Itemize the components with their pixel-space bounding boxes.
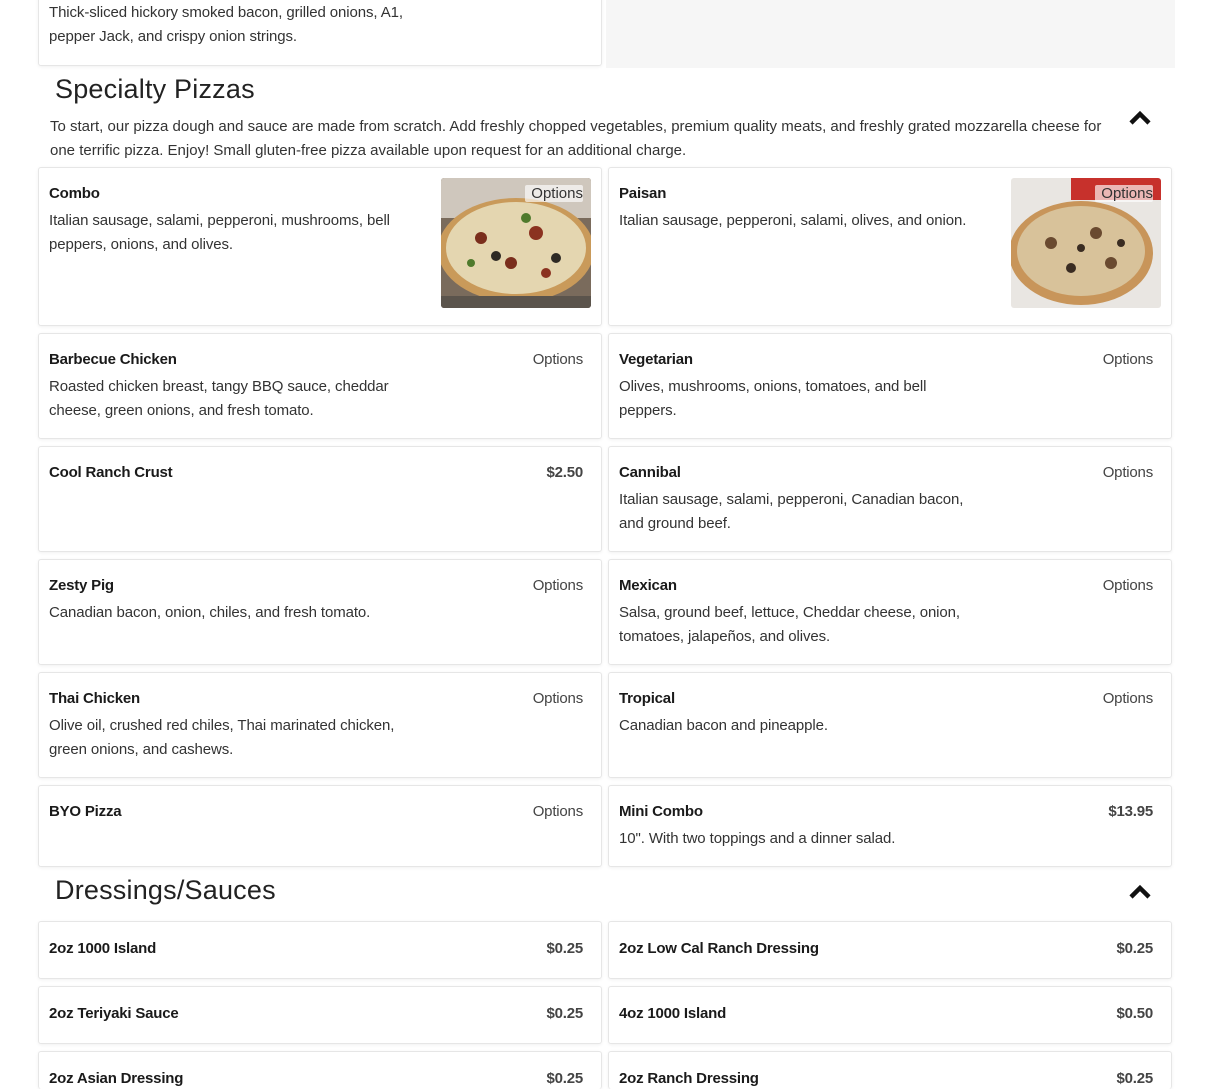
options-button[interactable]: Options [1103, 464, 1153, 481]
pizza-photo: Options [1011, 178, 1161, 308]
options-button[interactable]: Options [1103, 351, 1153, 368]
item-price: $0.25 [1116, 1070, 1153, 1087]
options-button[interactable]: Options [1103, 690, 1153, 707]
item-name: Zesty Pig [49, 577, 114, 594]
item-name: 2oz 1000 Island [49, 940, 157, 957]
item-name: 2oz Asian Dressing [49, 1070, 184, 1087]
item-name: Cool Ranch Crust [49, 464, 173, 481]
item-description: Italian sausage, salami, pepperoni, Cana… [619, 491, 964, 532]
options-button[interactable]: Options [525, 185, 583, 202]
menu-item-card[interactable]: Mexican Salsa, ground beef, lettuce, Che… [608, 559, 1172, 665]
item-description: Olives, mushrooms, onions, tomatoes, and… [619, 378, 927, 419]
item-description: Canadian bacon and pineapple. [619, 717, 828, 734]
item-description: Thick-sliced hickory smoked bacon, grill… [49, 4, 403, 45]
item-description: Salsa, ground beef, lettuce, Cheddar che… [619, 604, 960, 645]
section-title: Specialty Pizzas [55, 74, 255, 104]
chevron-up-icon[interactable] [1129, 110, 1151, 126]
empty-panel [606, 0, 1175, 68]
item-price: $0.25 [1116, 940, 1153, 957]
menu-item-card[interactable]: 2oz Ranch Dressing $0.25 [608, 1051, 1172, 1089]
item-name: 2oz Teriyaki Sauce [49, 1005, 179, 1022]
pizza-photo: Options [441, 178, 591, 308]
menu-item-card[interactable]: Thick-sliced hickory smoked bacon, grill… [38, 0, 602, 66]
item-description: Italian sausage, pepperoni, salami, oliv… [619, 212, 967, 229]
item-name: BYO Pizza [49, 803, 122, 820]
item-price: $0.25 [546, 940, 583, 957]
item-price: $0.25 [546, 1070, 583, 1087]
item-name: Mini Combo [619, 803, 703, 820]
item-name: Combo [49, 185, 100, 202]
section-title: Dressings/Sauces [55, 875, 276, 905]
item-price: $0.50 [1116, 1005, 1153, 1022]
options-button[interactable]: Options [533, 351, 583, 368]
item-name: Barbecue Chicken [49, 351, 177, 368]
menu-item-card[interactable]: Thai Chicken Olive oil, crushed red chil… [38, 672, 602, 778]
menu-item-card[interactable]: Mini Combo 10". With two toppings and a … [608, 785, 1172, 867]
menu-item-card[interactable]: Tropical Canadian bacon and pineapple. O… [608, 672, 1172, 778]
item-name: Mexican [619, 577, 677, 594]
options-button[interactable]: Options [533, 690, 583, 707]
menu-item-card[interactable]: Combo Italian sausage, salami, pepperoni… [38, 167, 602, 326]
item-price: $0.25 [546, 1005, 583, 1022]
options-button[interactable]: Options [1095, 185, 1153, 202]
item-description: Olive oil, crushed red chiles, Thai mari… [49, 717, 395, 758]
menu-item-card[interactable]: 2oz Teriyaki Sauce $0.25 [38, 986, 602, 1044]
chevron-up-icon[interactable] [1129, 884, 1151, 900]
menu-item-card[interactable]: Paisan Italian sausage, pepperoni, salam… [608, 167, 1172, 326]
item-price: $2.50 [546, 464, 583, 481]
options-button[interactable]: Options [1103, 577, 1153, 594]
item-name: Vegetarian [619, 351, 693, 368]
item-description: 10". With two toppings and a dinner sala… [619, 830, 896, 847]
menu-item-card[interactable]: 2oz Asian Dressing $0.25 [38, 1051, 602, 1089]
item-description: Canadian bacon, onion, chiles, and fresh… [49, 604, 371, 621]
item-name: Cannibal [619, 464, 681, 481]
item-description: Roasted chicken breast, tangy BBQ sauce,… [49, 378, 389, 419]
item-name: 4oz 1000 Island [619, 1005, 727, 1022]
menu-item-card[interactable]: 2oz Low Cal Ranch Dressing $0.25 [608, 921, 1172, 979]
menu-item-card[interactable]: 4oz 1000 Island $0.50 [608, 986, 1172, 1044]
section-intro: To start, our pizza dough and sauce are … [50, 118, 1102, 159]
options-button[interactable]: Options [533, 577, 583, 594]
menu-item-card[interactable]: Barbecue Chicken Roasted chicken breast,… [38, 333, 602, 439]
menu-item-card[interactable]: BYO Pizza Options [38, 785, 602, 867]
item-price: $13.95 [1108, 803, 1153, 820]
menu-item-card[interactable]: Zesty Pig Canadian bacon, onion, chiles,… [38, 559, 602, 665]
item-name: Paisan [619, 185, 667, 202]
item-name: Thai Chicken [49, 690, 140, 707]
item-name: 2oz Low Cal Ranch Dressing [619, 940, 819, 957]
item-description: Italian sausage, salami, pepperoni, mush… [49, 212, 390, 253]
menu-item-card[interactable]: Cannibal Italian sausage, salami, pepper… [608, 446, 1172, 552]
item-name: 2oz Ranch Dressing [619, 1070, 759, 1087]
item-name: Tropical [619, 690, 675, 707]
menu-item-card[interactable]: Cool Ranch Crust $2.50 [38, 446, 602, 552]
options-button[interactable]: Options [533, 803, 583, 820]
menu-item-card[interactable]: Vegetarian Olives, mushrooms, onions, to… [608, 333, 1172, 439]
menu-item-card[interactable]: 2oz 1000 Island $0.25 [38, 921, 602, 979]
